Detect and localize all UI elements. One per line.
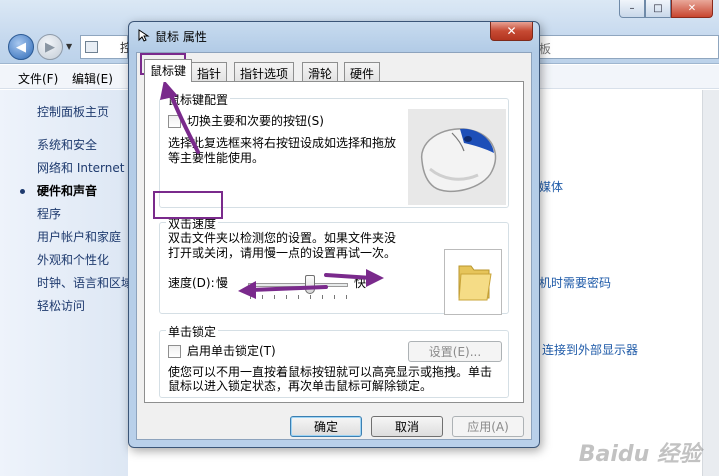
slider-tick <box>298 295 299 299</box>
click-lock-title: 单击锁定 <box>166 323 219 340</box>
sidebar-item-hardware-sound: 硬件和声音 <box>37 184 98 198</box>
sidebar-item-network[interactable]: 网络和 Internet <box>37 159 124 176</box>
slider-tick <box>262 295 263 299</box>
maximize-button[interactable]: □ <box>645 0 671 18</box>
slider-tick <box>310 295 311 299</box>
tab-pointers[interactable]: 指针 <box>191 62 228 81</box>
scrollbar[interactable] <box>702 90 719 476</box>
sidebar-item-programs[interactable]: 程序 <box>37 205 61 222</box>
tab-hardware[interactable]: 硬件 <box>344 62 381 81</box>
search-input[interactable]: 板 <box>536 35 719 59</box>
menu-file[interactable]: 文件(F) <box>18 70 58 87</box>
sidebar-item-user-accounts[interactable]: 用户帐户和家庭 <box>37 228 121 245</box>
mouse-properties-dialog: 鼠标 属性 ✕ 鼠标键 指针 指针选项 滑轮 硬件 鼠标键配置 切换主要和次要的… <box>128 21 540 448</box>
close-button[interactable]: ✕ <box>671 0 713 18</box>
minimize-button[interactable]: – <box>619 0 645 18</box>
search-text: 板 <box>539 42 552 56</box>
link-external-display[interactable]: 连接到外部显示器 <box>542 341 638 358</box>
current-item-bullet-icon <box>20 189 25 194</box>
back-arrow-icon[interactable]: ◀ <box>8 34 34 60</box>
main-content: 媒体 机时需要密码 连接到外部显示器 <box>539 90 719 476</box>
slider-tick <box>274 295 275 299</box>
sidebar-item-appearance[interactable]: 外观和个性化 <box>37 251 109 268</box>
folder-icon <box>458 265 492 301</box>
test-folder[interactable] <box>444 249 502 315</box>
button-config-desc-1: 选择此复选框来将右按钮设成如选择和拖放 <box>168 136 397 150</box>
dialog-close-button[interactable]: ✕ <box>490 22 533 41</box>
click-lock-desc-2: 鼠标以进入锁定状态，再次单击鼠标可解除锁定。 <box>168 379 433 393</box>
click-lock-settings-button[interactable]: 设置(E)... <box>408 341 502 362</box>
sidebar-item-system-security[interactable]: 系统和安全 <box>37 136 97 153</box>
double-click-desc-2: 打开或关闭，请用慢一点的设置再试一次。 <box>168 246 397 260</box>
speed-label: 速度(D): <box>168 276 215 290</box>
double-click-group: 双击速度 双击文件夹以检测您的设置。如果文件夹没 打开或关闭，请用慢一点的设置再… <box>159 215 509 315</box>
button-config-title: 鼠标键配置 <box>166 91 231 108</box>
click-lock-group: 单击锁定 启用单击锁定(T) 设置(E)... 使您可以不用一直按着鼠标按钮就可… <box>159 323 509 398</box>
apply-button[interactable]: 应用(A) <box>452 416 524 437</box>
mouse-image <box>408 109 506 205</box>
tab-panel-buttons: 鼠标键配置 切换主要和次要的按钮(S) 选择此复选框来将右按钮设成如选择和拖放 … <box>144 81 524 403</box>
speed-slow-label: 慢 <box>216 276 229 290</box>
link-password-on-wake[interactable]: 机时需要密码 <box>539 274 611 291</box>
dialog-title: 鼠标 属性 <box>155 30 207 44</box>
button-config-desc-2: 等主要性能使用。 <box>168 151 265 165</box>
sidebar-item-ease-of-access[interactable]: 轻松访问 <box>37 297 85 314</box>
speed-slider-track[interactable] <box>248 283 348 287</box>
speed-slider-thumb[interactable] <box>305 275 315 294</box>
switch-buttons-label[interactable]: 切换主要和次要的按钮(S) <box>187 114 324 129</box>
click-lock-checkbox[interactable] <box>168 345 181 358</box>
ok-button[interactable]: 确定 <box>290 416 362 437</box>
history-dropdown-icon[interactable]: ▼ <box>66 42 72 51</box>
link-media[interactable]: 媒体 <box>539 178 563 195</box>
sidebar-item-clock-region[interactable]: 时钟、语言和区域 <box>37 274 133 291</box>
watermark: Baidu 经验 <box>578 442 701 467</box>
cancel-button[interactable]: 取消 <box>371 416 443 437</box>
speed-fast-label: 快 <box>354 276 367 290</box>
mouse-pointer-icon <box>138 29 150 42</box>
sidebar-item-home[interactable]: 控制面板主页 <box>37 103 109 120</box>
dialog-client: 鼠标键 指针 指针选项 滑轮 硬件 鼠标键配置 切换主要和次要的按钮(S) 选择… <box>136 52 532 440</box>
menu-edit[interactable]: 编辑(E) <box>72 70 113 87</box>
slider-tick <box>334 295 335 299</box>
slider-tick <box>250 295 251 299</box>
tab-buttons[interactable]: 鼠标键 <box>144 59 193 82</box>
slider-tick <box>322 295 323 299</box>
tab-wheel[interactable]: 滑轮 <box>302 62 339 81</box>
click-lock-label[interactable]: 启用单击锁定(T) <box>187 344 276 359</box>
annotation-box-double-click <box>153 191 223 219</box>
control-panel-icon <box>85 41 98 53</box>
click-lock-desc-1: 使您可以不用一直按着鼠标按钮就可以高亮显示或拖拽。单击 <box>168 365 493 379</box>
double-click-desc-1: 双击文件夹以检测您的设置。如果文件夹没 <box>168 231 397 245</box>
slider-tick <box>346 295 347 299</box>
forward-arrow-icon[interactable]: ▶ <box>37 34 63 60</box>
slider-tick <box>286 295 287 299</box>
mouse-illustration-icon <box>421 128 497 193</box>
tab-pointer-options[interactable]: 指针选项 <box>234 62 295 81</box>
switch-buttons-checkbox[interactable] <box>168 115 181 128</box>
window-caption-buttons: – □ ✕ <box>619 0 713 18</box>
